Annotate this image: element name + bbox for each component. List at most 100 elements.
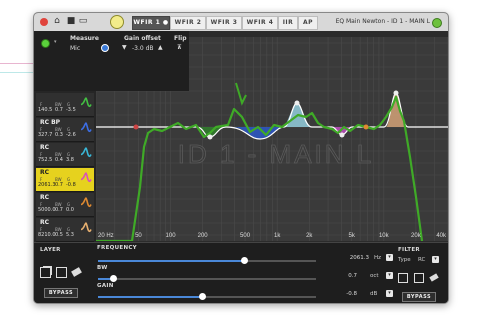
type-value[interactable]: RC (418, 257, 425, 263)
x-tick-label: 20k (411, 233, 422, 239)
bw-slider-knob[interactable] (109, 275, 117, 282)
type-dropdown[interactable]: ▾ (432, 256, 439, 263)
frequency-slider-knob[interactable] (240, 257, 248, 264)
filter-frequency: 5000.0 (38, 207, 56, 213)
close-window-button[interactable] (40, 18, 48, 26)
paste-icon[interactable] (56, 267, 67, 278)
flip-label: Flip (174, 35, 187, 42)
bw-label: BW (97, 265, 108, 271)
filter-item-3[interactable]: RC F BW G 752.5 0.4 3.8 (36, 143, 94, 167)
frequency-value[interactable]: 2061.3 (329, 255, 369, 261)
filter-name: RC (40, 219, 50, 226)
eq-logo-icon (110, 15, 124, 29)
filter-4-handle[interactable] (339, 132, 345, 138)
filter-bw: 0.3 (55, 132, 63, 138)
stop-icon[interactable]: ■ (66, 16, 76, 27)
tab-ap[interactable]: AP (298, 16, 318, 30)
filter-shape-icon (80, 172, 92, 183)
eraser-icon[interactable] (71, 267, 82, 277)
layer-label: LAYER (40, 247, 61, 253)
tab-iir[interactable]: IIR (278, 16, 298, 30)
filter-bw: 0.4 (55, 157, 63, 163)
layer-bypass-button[interactable]: BYPASS (44, 288, 78, 298)
filter-shape-icon (80, 147, 92, 158)
filter-shape-icon (80, 97, 92, 108)
filter-2-handle[interactable] (207, 134, 213, 140)
copy-icon[interactable] (40, 267, 51, 278)
filter-bypass-button[interactable]: BYPASS (402, 292, 436, 302)
filter-gain: -0.8 (66, 182, 76, 188)
filter-6-handle[interactable] (393, 90, 399, 96)
filter-paste-icon[interactable] (414, 273, 424, 283)
dropdown-icon[interactable]: ▾ (54, 39, 57, 45)
filter-frequency: 752.5 (38, 157, 53, 163)
frequency-label: FREQUENCY (97, 245, 137, 251)
measure-led[interactable] (41, 39, 50, 48)
gain-down-icon[interactable]: ▼ (122, 44, 127, 51)
gain-label: GAIN (97, 283, 114, 289)
filter-shape-icon (80, 122, 92, 133)
filter-bw: 0.7 (55, 107, 63, 113)
filter-gain: 0.0 (66, 207, 74, 213)
filter-gain: 5.3 (66, 232, 74, 238)
status-led (432, 18, 442, 28)
bw-value[interactable]: 0.7 (317, 273, 357, 279)
frequency-slider-fill (98, 260, 245, 262)
bw-slider[interactable] (98, 275, 316, 282)
filter-gain: -3.5 (66, 107, 76, 113)
tab-wfir-1[interactable]: WFIR 1 ● (132, 16, 170, 30)
home-icon[interactable]: ⌂ (52, 16, 62, 27)
filter-frequency: 8210.0 (38, 232, 56, 238)
filter-frequency: 327.7 (38, 132, 53, 138)
filter-item-4[interactable]: RC F BW G 2061.3 0.7 -0.8 (36, 168, 94, 192)
gain-unit-dropdown[interactable]: ▾ (386, 290, 393, 297)
flip-icon[interactable]: ⊼ (177, 44, 182, 51)
tab-wfir-4[interactable]: WFIR 4 (242, 16, 278, 30)
bw-unit: oct (370, 273, 379, 279)
tab-wfir-3[interactable]: WFIR 3 (206, 16, 242, 30)
tab-wfir-2[interactable]: WFIR 2 (170, 16, 206, 30)
x-tick-label: 10k (379, 233, 390, 239)
window-title: EQ Main Newton - ID 1 - MAIN L (335, 18, 430, 25)
frequency-unit-dropdown[interactable]: ▾ (386, 254, 393, 261)
source-selector-icon[interactable] (101, 44, 109, 52)
filter-5-handle[interactable] (363, 124, 369, 130)
filter-bw: 0.7 (55, 182, 63, 188)
gain-offset-label: Gain offset (124, 35, 161, 42)
filter-1-handle[interactable] (133, 124, 139, 130)
filter-name: RC (40, 144, 50, 151)
x-tick-label: 500 (240, 233, 251, 239)
bottom-panel: LAYER BYPASS FREQUENCY 2061.3 Hz ▾ BW 0.… (34, 242, 448, 303)
gain-slider[interactable] (98, 293, 316, 300)
filter-name: RC BP (40, 119, 61, 126)
filter-copy-icon[interactable] (398, 273, 408, 283)
x-tick-label: 50 (135, 233, 142, 239)
monitor-icon[interactable]: ▭ (78, 16, 88, 27)
frequency-unit: Hz (374, 255, 382, 261)
filter-eraser-icon[interactable] (429, 273, 439, 282)
frequency-slider[interactable] (98, 257, 316, 264)
x-tick-label: 1k (274, 233, 281, 239)
filter-item-1[interactable]: F BW G 140.5 0.7 -3.5 (36, 93, 94, 117)
gain-up-icon[interactable]: ▲ (158, 44, 163, 51)
filter-item-6[interactable]: RC F BW G 8210.0 0.5 5.3 (36, 218, 94, 242)
x-tick-label: 200 (198, 233, 209, 239)
source-value[interactable]: Mic (70, 45, 80, 52)
gain-value[interactable]: -0.8 (317, 291, 357, 297)
filter-item-5[interactable]: RC F BW G 5000.0 0.7 0.0 (36, 193, 94, 217)
filter-3-handle[interactable] (294, 100, 300, 106)
filter-item-2[interactable]: RC BP F BW G 327.7 0.3 -2.6 (36, 118, 94, 142)
filter-name: RC (40, 169, 50, 176)
graph-watermark: ID 1 - MAIN L (178, 139, 374, 169)
gain-offset-value[interactable]: -3.0 dB (132, 45, 154, 52)
gain-slider-fill (98, 296, 203, 298)
filter-frequency: 2061.3 (38, 182, 56, 188)
x-tick-label: 5k (349, 233, 356, 239)
bw-unit-dropdown[interactable]: ▾ (386, 272, 393, 279)
filter-gain: 3.8 (66, 157, 74, 163)
gain-slider-knob[interactable] (199, 293, 207, 300)
filter-name: RC (40, 194, 50, 201)
filter-shape-icon (80, 197, 92, 208)
measure-panel: Measure Gain offset Flip ▾ Mic ▼ -3.0 dB… (34, 31, 189, 91)
type-label: Type (398, 257, 411, 263)
